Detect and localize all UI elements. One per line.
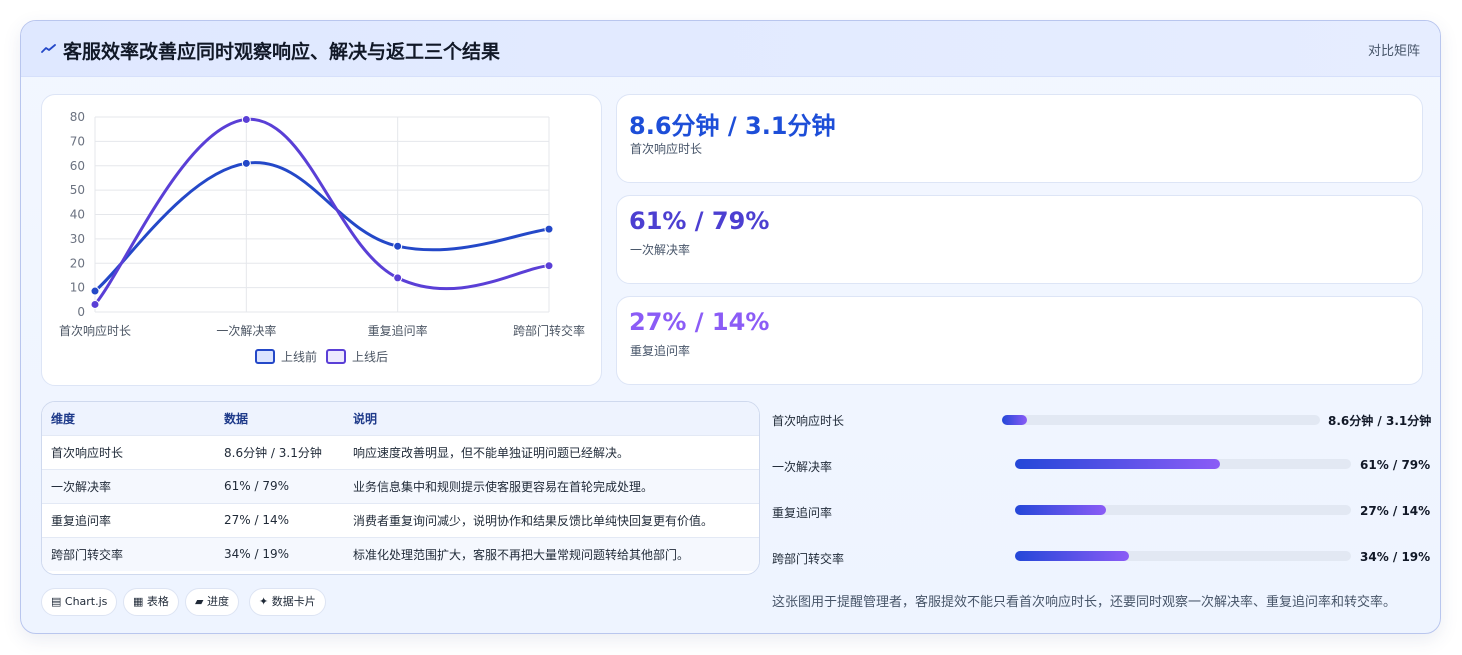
view-mode-label[interactable]: 对比矩阵 xyxy=(1368,40,1420,59)
progress-fill xyxy=(1015,459,1220,469)
legend-label: 上线后 xyxy=(352,350,388,364)
x-tick-label: 一次解决率 xyxy=(216,323,276,338)
table-row: 重复追问率 27% / 14% 消费者重复询问减少，说明协作和结果反馈比单纯快回… xyxy=(42,503,759,538)
table-cell: 重复追问率 xyxy=(42,503,215,538)
footnote: 这张图用于提醒管理者，客服提效不能只看首次响应时长，还要同时观察一次解决率、重复… xyxy=(772,595,1397,610)
progress-track xyxy=(1015,505,1351,515)
chart-line-icon xyxy=(41,44,56,53)
y-tick-label: 50 xyxy=(70,183,85,197)
table-cell: 业务信息集中和规则提示使客服更容易在首轮完成处理。 xyxy=(344,469,759,504)
y-tick-label: 70 xyxy=(70,134,85,148)
data-point xyxy=(393,241,403,251)
card-header: 客服效率改善应同时观察响应、解决与返工三个结果 对比矩阵 xyxy=(21,21,1440,77)
y-tick-label: 0 xyxy=(77,305,85,319)
table-cell: 一次解决率 xyxy=(42,469,215,504)
series-line xyxy=(93,161,551,293)
x-tick-label: 首次响应时长 xyxy=(59,323,131,338)
legend-swatch xyxy=(255,349,275,364)
progress-label: 首次响应时长 xyxy=(772,414,845,428)
page-title: 客服效率改善应同时观察响应、解决与返工三个结果 xyxy=(63,41,501,63)
kpi-card-repeat-ask: 27% / 14% 重复追问率 xyxy=(616,296,1423,385)
data-point xyxy=(544,261,554,271)
x-tick-label: 跨部门转交率 xyxy=(513,323,585,338)
progress-fill xyxy=(1002,415,1028,425)
table-row: 跨部门转交率 34% / 19% 标准化处理范围扩大，客服不再把大量常规问题转给… xyxy=(42,537,759,571)
comparison-card: 客服效率改善应同时观察响应、解决与返工三个结果 对比矩阵 0 10 20 30 40 50… xyxy=(20,20,1441,634)
kpi-label: 重复追问率 xyxy=(630,344,691,358)
y-tick-label: 60 xyxy=(70,159,85,173)
data-table: 维度 数据 说明 首次响应时长 8.6分钟 / 3.1分钟 响应速度改善明显，但… xyxy=(42,402,759,571)
legend-swatch xyxy=(326,349,346,364)
data-point xyxy=(393,273,403,283)
kpi-value: 27% / 14% xyxy=(629,308,770,336)
kpi-value: 61% / 79% xyxy=(629,207,770,235)
data-point xyxy=(90,286,100,296)
x-tick-label: 重复追问率 xyxy=(368,323,428,338)
progress-label: 跨部门转交率 xyxy=(772,552,845,566)
progress-value: 61% / 79% xyxy=(1360,458,1431,472)
progress-track xyxy=(1015,459,1351,469)
y-tick-label: 20 xyxy=(70,256,85,270)
y-tick-label: 40 xyxy=(70,208,85,222)
kpi-card-response-time: 8.6分钟 / 3.1分钟 首次响应时长 xyxy=(616,94,1423,183)
table-row: 首次响应时长 8.6分钟 / 3.1分钟 响应速度改善明显，但不能单独证明问题已… xyxy=(42,435,759,470)
table-header-row: 维度 数据 说明 xyxy=(42,402,759,436)
table-cell: 首次响应时长 xyxy=(42,435,215,470)
table-cell: 响应速度改善明显，但不能单独证明问题已经解决。 xyxy=(344,435,759,470)
chip-chartjs[interactable]: ▤ Chart.js xyxy=(41,588,118,616)
y-tick-label: 80 xyxy=(70,110,85,124)
data-point xyxy=(241,114,251,124)
progress-fill xyxy=(1015,551,1130,561)
table-cell: 标准化处理范围扩大，客服不再把大量常规问题转给其他部门。 xyxy=(344,537,759,571)
table-row: 一次解决率 61% / 79% 业务信息集中和规则提示使客服更容易在首轮完成处理… xyxy=(42,469,759,504)
series-line xyxy=(93,117,551,306)
y-tick-label: 10 xyxy=(70,281,85,295)
data-point xyxy=(241,158,251,168)
progress-label: 一次解决率 xyxy=(772,460,833,474)
table-header-data: 数据 xyxy=(215,402,344,436)
table-cell: 34% / 19% xyxy=(215,537,344,571)
table-cell: 消费者重复询问减少，说明协作和结果反馈比单纯快回复更有价值。 xyxy=(344,503,759,538)
legend-label: 上线前 xyxy=(281,349,317,364)
table-cell: 27% / 14% xyxy=(215,503,344,538)
kpi-value: 8.6分钟 / 3.1分钟 xyxy=(629,112,836,140)
table-cell: 跨部门转交率 xyxy=(42,537,215,571)
kpi-label: 首次响应时长 xyxy=(630,142,703,156)
kpi-card-first-solve: 61% / 79% 一次解决率 xyxy=(616,195,1423,284)
data-point xyxy=(90,299,100,309)
line-chart-panel: 0 10 20 30 40 50 60 70 80 首次响应时长 一次解决率 重复追问率 跨部门转交率上… xyxy=(41,94,602,386)
line-chart: 0 10 20 30 40 50 60 70 80 首次响应时长 一次解决率 重复追问率 跨部门转交率上… xyxy=(59,110,585,364)
table-header-description: 说明 xyxy=(344,402,759,436)
progress-value: 34% / 19% xyxy=(1360,550,1431,564)
table-header-dimension: 维度 xyxy=(42,402,215,436)
table-cell: 8.6分钟 / 3.1分钟 xyxy=(215,435,344,470)
data-point xyxy=(544,224,554,234)
chip-progress[interactable]: ▰ 进度 xyxy=(185,588,239,616)
progress-label: 重复追问率 xyxy=(772,506,833,520)
data-table-panel: 维度 数据 说明 首次响应时长 8.6分钟 / 3.1分钟 响应速度改善明显，但… xyxy=(41,401,760,575)
table-cell: 61% / 79% xyxy=(215,469,344,504)
y-tick-label: 30 xyxy=(70,232,85,246)
chip-table[interactable]: ▦ 表格 xyxy=(123,588,179,616)
progress-track xyxy=(1002,415,1320,425)
progress-track xyxy=(1015,551,1351,561)
progress-fill xyxy=(1015,505,1106,515)
progress-value: 27% / 14% xyxy=(1360,504,1431,518)
kpi-label: 一次解决率 xyxy=(630,243,691,257)
progress-value: 8.6分钟 / 3.1分钟 xyxy=(1328,414,1432,428)
chip-data-card[interactable]: ✦ 数据卡片 xyxy=(249,588,326,616)
